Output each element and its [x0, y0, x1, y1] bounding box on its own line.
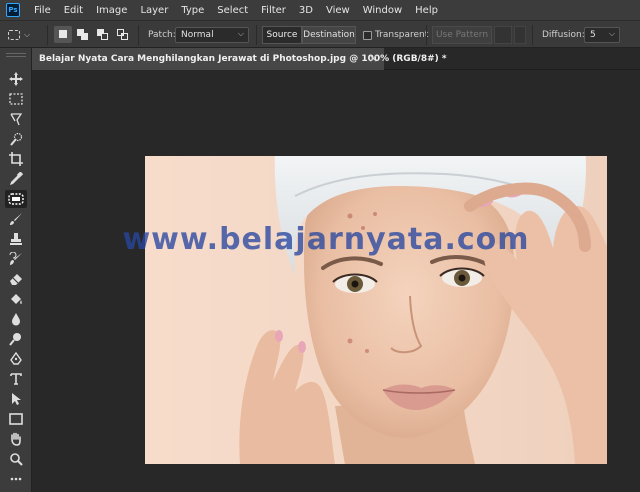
blur-tool-icon	[12, 313, 20, 326]
lasso-tool-button[interactable]	[5, 110, 27, 128]
clone-stamp-tool-button[interactable]	[5, 230, 27, 248]
menu-filter[interactable]: Filter	[261, 5, 286, 16]
quick-select-tool-icon	[10, 132, 23, 146]
transparent-checkbox[interactable]	[363, 31, 372, 40]
divider	[256, 25, 257, 45]
watermark-text: www.belajarnyata.com	[122, 222, 530, 257]
diffusion-value: 5	[590, 30, 596, 40]
document-tab-bar: Belajar Nyata Cara Menghilangkan Jerawat…	[0, 48, 640, 70]
menu-window[interactable]: Window	[363, 5, 402, 16]
paint-bucket-tool-button[interactable]	[5, 290, 27, 308]
document-tab-title: Belajar Nyata Cara Menghilangkan Jerawat…	[39, 54, 447, 64]
menu-view[interactable]: View	[326, 5, 350, 16]
blur-tool-button[interactable]	[5, 310, 27, 328]
new-selection-button[interactable]	[54, 26, 72, 43]
source-button[interactable]: Source	[262, 26, 302, 44]
document-image[interactable]	[145, 156, 607, 464]
more-tools-button[interactable]	[5, 470, 27, 488]
marquee-tool-icon	[9, 93, 23, 105]
panel-grip[interactable]	[6, 53, 26, 57]
intersect-selection-icon	[117, 29, 129, 40]
menu-3d[interactable]: 3D	[299, 5, 313, 16]
brush-tool-button[interactable]	[5, 210, 27, 228]
menu-bar: Ps File Edit Image Layer Type Select Fil…	[0, 0, 640, 20]
menu-select[interactable]: Select	[217, 5, 248, 16]
destination-button[interactable]: Destination	[302, 26, 356, 44]
add-selection-icon	[77, 29, 89, 40]
path-select-tool-button[interactable]	[5, 390, 27, 408]
add-to-selection-button[interactable]	[74, 26, 92, 43]
eyedropper-tool-icon	[10, 172, 23, 185]
pattern-picker[interactable]	[494, 26, 512, 44]
patch-mode-value: Normal	[181, 30, 214, 40]
diffusion-label: Diffusion:	[542, 29, 585, 40]
hand-tool-button[interactable]	[5, 430, 27, 448]
pen-tool-icon	[10, 352, 22, 365]
zoom-tool-icon	[10, 453, 23, 466]
divider	[532, 25, 533, 45]
type-tool-button[interactable]	[5, 370, 27, 388]
patch-tool-icon	[8, 29, 20, 40]
brush-tool-icon	[10, 213, 22, 225]
move-tool-button[interactable]	[5, 70, 27, 88]
move-tool-icon	[9, 72, 23, 86]
divider	[47, 25, 48, 45]
paint-bucket-tool-icon	[11, 294, 22, 304]
source-label: Source	[266, 30, 298, 40]
hand-tool-icon	[11, 432, 21, 446]
patch-mode-dropdown[interactable]: Normal ⌵	[175, 27, 249, 43]
subtract-from-selection-button[interactable]	[94, 26, 112, 43]
dodge-tool-icon	[9, 333, 21, 346]
crop-tool-icon	[9, 152, 23, 166]
portrait-photo	[239, 156, 607, 464]
eraser-tool-icon	[10, 274, 22, 285]
divider	[138, 25, 139, 45]
divider	[426, 25, 427, 45]
eyedropper-tool-button[interactable]	[5, 170, 27, 188]
dodge-tool-button[interactable]	[5, 330, 27, 348]
quick-select-tool-button[interactable]	[5, 130, 27, 148]
chevron-down-icon: ⌵	[608, 29, 615, 38]
patch-tool-icon	[8, 193, 24, 205]
chevron-down-icon: ⌵	[24, 29, 31, 39]
lasso-tool-icon	[10, 113, 23, 126]
transparent-label: Transparent	[375, 29, 429, 40]
use-pattern-label: Use Pattern	[435, 30, 489, 40]
menu-image[interactable]: Image	[96, 5, 127, 16]
tools-panel	[0, 48, 32, 492]
type-tool-icon	[10, 373, 22, 385]
clone-stamp-tool-icon	[10, 233, 22, 245]
menu-edit[interactable]: Edit	[64, 5, 83, 16]
crop-tool-button[interactable]	[5, 150, 27, 168]
menu-file[interactable]: File	[34, 5, 51, 16]
use-pattern-button[interactable]: Use Pattern	[432, 26, 492, 44]
new-selection-icon	[59, 30, 67, 38]
tool-preset-picker[interactable]: ⌵	[8, 26, 30, 43]
rectangle-tool-icon	[9, 413, 23, 425]
history-brush-tool-icon	[9, 252, 22, 265]
subtract-selection-icon	[97, 29, 109, 40]
photoshop-logo-icon: Ps	[6, 3, 20, 17]
chevron-down-icon: ⌵	[237, 29, 244, 38]
pen-tool-button[interactable]	[5, 350, 27, 368]
intersect-selection-button[interactable]	[114, 26, 132, 43]
menu-type[interactable]: Type	[181, 5, 204, 16]
patch-tool-button[interactable]	[5, 190, 27, 208]
zoom-tool-button[interactable]	[5, 450, 27, 468]
close-icon[interactable]: ×	[369, 52, 378, 65]
menu-help[interactable]: Help	[415, 5, 438, 16]
options-bar: ⌵ Patch: Normal ⌵ Source Destination Tra…	[0, 20, 640, 48]
history-brush-tool-button[interactable]	[5, 250, 27, 268]
path-select-tool-icon	[12, 393, 21, 405]
pattern-picker-arrow[interactable]	[514, 26, 526, 44]
eraser-tool-button[interactable]	[5, 270, 27, 288]
destination-label: Destination	[303, 30, 355, 40]
diffusion-dropdown[interactable]: 5 ⌵	[584, 27, 620, 43]
rectangle-tool-button[interactable]	[5, 410, 27, 428]
menu-layer[interactable]: Layer	[140, 5, 168, 16]
patch-label: Patch:	[148, 29, 176, 40]
document-tab[interactable]: Belajar Nyata Cara Menghilangkan Jerawat…	[32, 48, 447, 70]
marquee-tool-button[interactable]	[5, 90, 27, 108]
more-tools-icon	[10, 477, 22, 481]
